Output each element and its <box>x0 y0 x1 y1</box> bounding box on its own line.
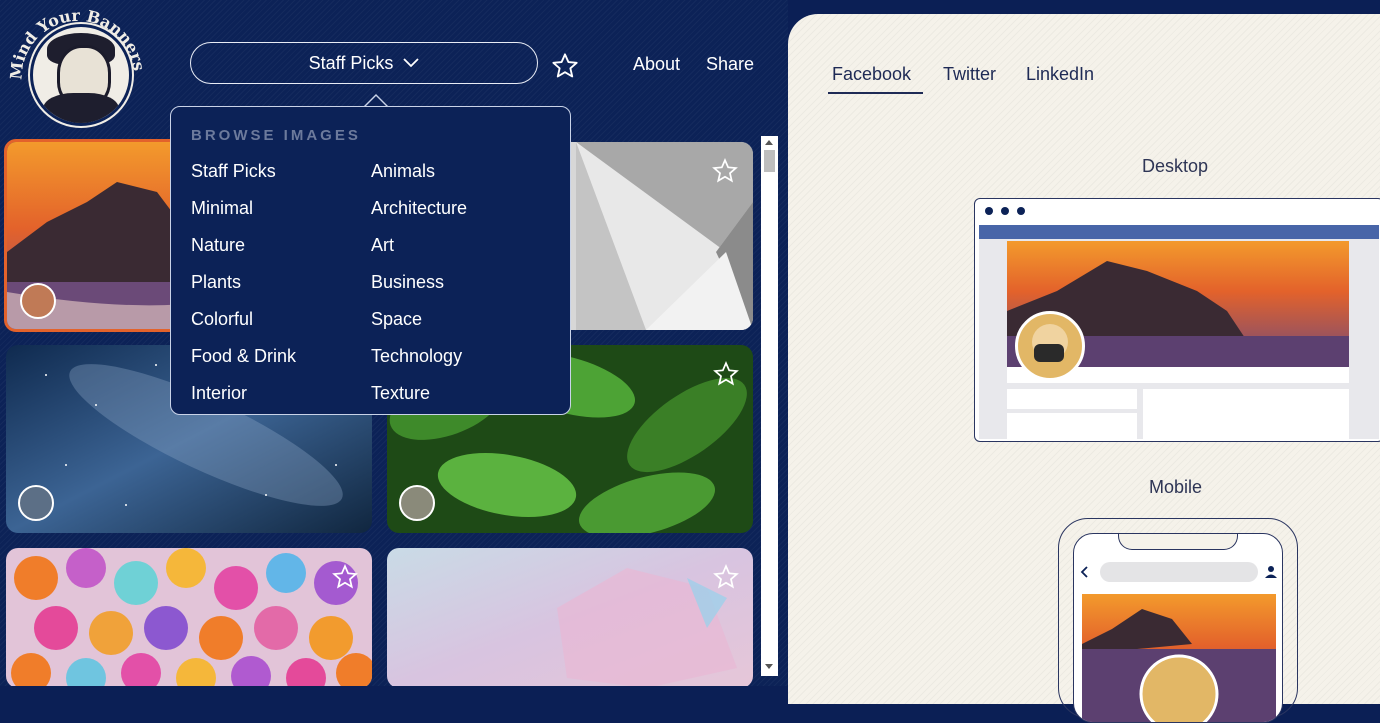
category-dropdown-button[interactable]: Staff Picks <box>190 42 538 84</box>
svg-text:Mind Your Banners: Mind Your Banners <box>8 6 144 81</box>
user-icon <box>1265 566 1277 578</box>
content-block-placeholder <box>1143 389 1349 439</box>
image-card-beads[interactable] <box>6 548 372 686</box>
about-link[interactable]: About <box>633 54 680 75</box>
profile-picture-preview <box>1015 311 1085 381</box>
menu-item-minimal[interactable]: Minimal <box>191 198 253 219</box>
phone-notch <box>1118 534 1238 550</box>
star-outline-icon[interactable] <box>712 158 738 184</box>
photographer-avatar[interactable] <box>399 485 435 521</box>
menu-item-art[interactable]: Art <box>371 235 394 256</box>
chevron-down-icon <box>403 58 419 68</box>
chevron-left-icon <box>1080 566 1088 578</box>
menu-item-plants[interactable]: Plants <box>191 272 241 293</box>
share-link[interactable]: Share <box>706 54 754 75</box>
tab-facebook[interactable]: Facebook <box>832 64 911 85</box>
window-dot <box>1001 207 1009 215</box>
star-outline-icon[interactable] <box>713 361 739 387</box>
browse-panel: Mind Your Banners Staff Picks About Shar… <box>0 0 788 686</box>
menu-item-technology[interactable]: Technology <box>371 346 462 367</box>
mobile-screen <box>1073 533 1283 723</box>
menu-item-space[interactable]: Space <box>371 309 422 330</box>
menu-item-food-drink[interactable]: Food & Drink <box>191 346 296 367</box>
window-dot <box>985 207 993 215</box>
phone-search-placeholder <box>1100 562 1258 582</box>
logo-text: Mind Your Banners <box>8 6 144 81</box>
star-outline-icon[interactable] <box>713 564 739 590</box>
menu-item-colorful[interactable]: Colorful <box>191 309 253 330</box>
photographer-avatar[interactable] <box>18 485 54 521</box>
logo[interactable]: Mind Your Banners <box>8 4 144 126</box>
desktop-preview <box>974 198 1380 442</box>
window-dot <box>1017 207 1025 215</box>
scroll-thumb[interactable] <box>764 150 775 172</box>
mobile-preview <box>1058 518 1298 723</box>
photographer-avatar[interactable] <box>20 283 56 319</box>
menu-item-architecture[interactable]: Architecture <box>371 198 467 219</box>
mobile-banner-preview <box>1082 594 1276 722</box>
star-outline-icon[interactable] <box>332 564 358 590</box>
menu-item-animals[interactable]: Animals <box>371 161 435 182</box>
scroll-down-icon[interactable] <box>765 664 773 669</box>
menu-item-texture[interactable]: Texture <box>371 383 430 404</box>
menu-title: BROWSE IMAGES <box>191 127 361 144</box>
image-crystal <box>387 548 753 686</box>
category-dropdown-label: Staff Picks <box>308 52 394 73</box>
image-card-crystal[interactable] <box>387 548 753 686</box>
image-beads <box>6 548 372 686</box>
mobile-label: Mobile <box>1149 477 1203 497</box>
menu-item-staff-picks[interactable]: Staff Picks <box>191 161 276 182</box>
tab-twitter[interactable]: Twitter <box>943 64 996 85</box>
active-tab-indicator <box>828 92 923 94</box>
desktop-screen <box>979 225 1379 439</box>
content-block-placeholder <box>1007 413 1137 439</box>
browse-images-menu: BROWSE IMAGES Staff Picks Minimal Nature… <box>170 106 571 415</box>
tab-linkedin[interactable]: LinkedIn <box>1026 64 1094 85</box>
menu-item-nature[interactable]: Nature <box>191 235 245 256</box>
grid-scrollbar[interactable] <box>761 136 778 676</box>
menu-item-business[interactable]: Business <box>371 272 444 293</box>
star-outline-icon[interactable] <box>551 52 579 80</box>
desktop-label: Desktop <box>1142 156 1209 176</box>
scroll-up-icon[interactable] <box>765 140 773 145</box>
preview-panel: Facebook Twitter LinkedIn Desktop Mobile <box>788 14 1380 723</box>
menu-item-interior[interactable]: Interior <box>191 383 247 404</box>
facebook-top-bar <box>979 225 1379 239</box>
content-block-placeholder <box>1007 389 1137 409</box>
